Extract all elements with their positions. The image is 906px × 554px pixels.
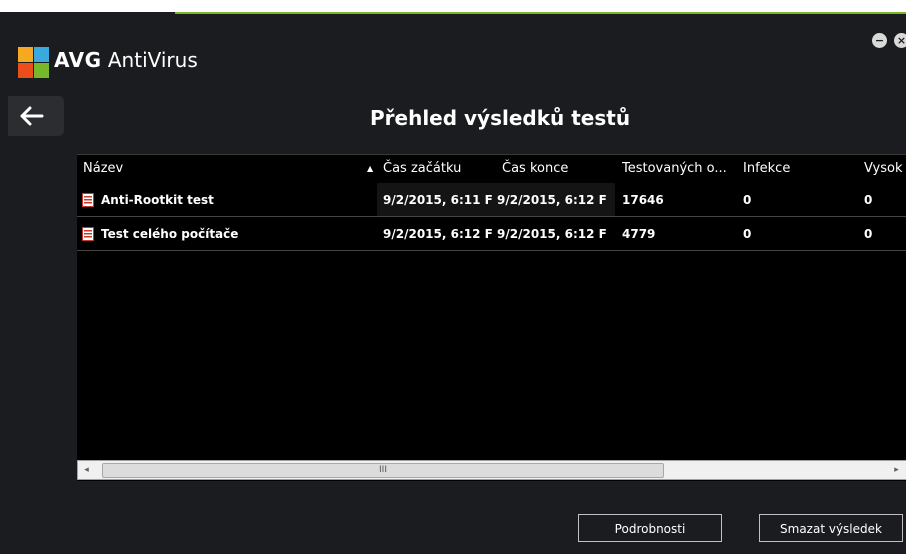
- scroll-right-icon[interactable]: ▸: [888, 461, 905, 479]
- row-end-time: 9/2/2015, 6:12 F: [495, 183, 615, 217]
- row-name: Test celého počítače: [101, 227, 239, 241]
- row-high: 0: [864, 193, 873, 207]
- row-infections: 0: [743, 193, 752, 207]
- horizontal-scrollbar[interactable]: ◂ III ▸: [77, 460, 906, 480]
- row-tested-objects: 4779: [622, 227, 656, 241]
- table-row[interactable]: Test celého počítače 9/2/2015, 6:12 F 9/…: [77, 217, 906, 251]
- column-header-infections[interactable]: Infekce: [743, 155, 853, 183]
- scrollbar-grip: III: [379, 465, 387, 475]
- column-header-name[interactable]: Název: [83, 155, 363, 183]
- row-divider: [77, 250, 906, 251]
- row-end-time: 9/2/2015, 6:12 F: [497, 227, 607, 241]
- page-title: Přehled výsledků testů: [370, 106, 631, 130]
- row-start-time: 9/2/2015, 6:11 F: [377, 183, 495, 217]
- sort-ascending-icon: ▲: [367, 164, 374, 173]
- column-header-end-time[interactable]: Čas konce: [502, 155, 614, 183]
- report-icon: [82, 193, 94, 207]
- row-infections: 0: [743, 227, 752, 241]
- main-window: AVG AntiVirus − × Přehled výsledků testů…: [0, 12, 906, 554]
- row-tested-objects: 17646: [622, 193, 664, 207]
- column-header-high[interactable]: Vysok: [864, 155, 906, 183]
- column-header-tested-objects[interactable]: Testovaných o...: [622, 155, 737, 183]
- close-button[interactable]: ×: [894, 33, 906, 48]
- avg-logo-icon: [18, 47, 50, 79]
- report-icon: [82, 227, 94, 241]
- app-title: AVG AntiVirus: [54, 48, 198, 72]
- scrollbar-thumb[interactable]: III: [102, 463, 664, 478]
- app-brand: AVG: [54, 48, 102, 72]
- delete-result-button[interactable]: Smazat výsledek: [759, 514, 903, 542]
- row-start-time: 9/2/2015, 6:12 F: [383, 227, 493, 241]
- row-high: 0: [864, 227, 873, 241]
- column-header-start-time[interactable]: Čas začátku: [383, 155, 495, 183]
- app-name: AntiVirus: [107, 48, 198, 72]
- accent-line: [175, 12, 906, 14]
- row-name: Anti-Rootkit test: [101, 193, 214, 207]
- results-table: Název ▲ Čas začátku Čas konce Testovanýc…: [77, 154, 906, 481]
- details-button[interactable]: Podrobnosti: [578, 514, 722, 542]
- scroll-left-icon[interactable]: ◂: [78, 461, 95, 479]
- table-row[interactable]: Anti-Rootkit test 9/2/2015, 6:11 F 9/2/2…: [77, 183, 906, 217]
- minimize-button[interactable]: −: [872, 33, 887, 48]
- back-button[interactable]: [8, 96, 64, 136]
- arrow-left-icon: [20, 106, 44, 126]
